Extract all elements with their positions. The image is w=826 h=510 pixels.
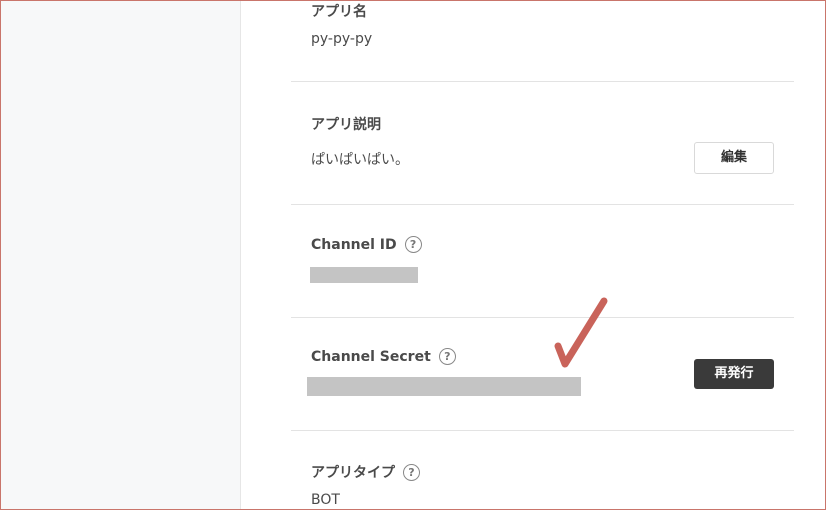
help-icon[interactable]: ? bbox=[404, 236, 422, 253]
reissue-button[interactable]: 再発行 bbox=[694, 359, 774, 389]
help-icon[interactable]: ? bbox=[438, 348, 456, 365]
app-description-label: アプリ説明 bbox=[311, 117, 381, 133]
app-name-section: アプリ名 py-py-py bbox=[291, 0, 794, 80]
channel-secret-label-text: Channel Secret bbox=[311, 349, 431, 365]
channel-secret-redacted-value bbox=[307, 377, 581, 396]
channel-secret-label: Channel Secret? bbox=[311, 348, 456, 365]
help-icon[interactable]: ? bbox=[403, 464, 420, 481]
channel-secret-section: Channel Secret? 再発行 bbox=[291, 318, 794, 430]
channel-id-label: Channel ID? bbox=[311, 236, 422, 253]
channel-id-redacted-value bbox=[310, 267, 418, 283]
app-description-section: アプリ説明 ぱいぱいぱい。 編集 bbox=[291, 82, 794, 204]
channel-id-label-text: Channel ID bbox=[311, 237, 397, 253]
app-type-value: BOT bbox=[311, 492, 340, 508]
channel-id-section: Channel ID? bbox=[291, 205, 794, 317]
app-description-value: ぱいぱいぱい。 bbox=[311, 152, 409, 168]
app-type-label-text: アプリタイプ bbox=[311, 465, 395, 481]
sidebar bbox=[1, 1, 241, 509]
edit-button[interactable]: 編集 bbox=[694, 142, 774, 174]
app-name-label: アプリ名 bbox=[311, 4, 367, 20]
app-type-label: アプリタイプ? bbox=[311, 462, 420, 482]
checkmark-icon bbox=[554, 297, 608, 368]
app-type-section: アプリタイプ? BOT bbox=[291, 431, 794, 510]
app-name-value: py-py-py bbox=[311, 31, 373, 47]
